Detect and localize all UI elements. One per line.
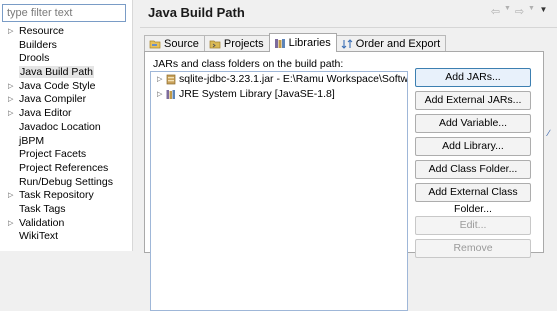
jar-icon xyxy=(166,74,176,85)
library-icon xyxy=(166,89,176,100)
pref-tree-item[interactable]: ▷ Java Code Style xyxy=(0,80,133,94)
add-external-jars-button[interactable]: Add External JARs... xyxy=(415,91,531,110)
tab-strip: Source Projects Libraries Order and Export xyxy=(144,33,447,52)
pref-tree-item-label: Javadoc Location xyxy=(19,120,101,133)
forward-arrow-icon[interactable]: ⇨ xyxy=(514,5,525,18)
page-navigation: ⇦ ▼ ⇨ ▼ ▼ xyxy=(490,5,549,18)
libraries-tree[interactable]: ▷ sqlite-jdbc-3.23.1.jar - E:\Ramu Worksp… xyxy=(150,71,408,311)
pref-tree-item-label: Validation xyxy=(19,216,65,229)
partial-edge-icon: ∕ xyxy=(548,128,550,138)
expand-arrow-icon[interactable]: ▷ xyxy=(8,25,13,39)
expand-arrow-icon[interactable]: ▷ xyxy=(8,80,13,94)
pref-tree-item[interactable]: ▷ Validation xyxy=(0,217,133,231)
expand-arrow-icon[interactable]: ▷ xyxy=(8,217,13,231)
pref-tree-item[interactable]: ▷ Resource xyxy=(0,25,133,39)
pref-tree-item-label: Java Compiler xyxy=(19,93,87,106)
pref-tree-item[interactable]: Task Tags xyxy=(0,203,133,217)
pref-tree-item[interactable]: jBPM xyxy=(0,135,133,149)
title-separator xyxy=(140,27,557,28)
pref-tree-item[interactable]: Project References xyxy=(0,162,133,176)
pref-tree-item-label: WikiText xyxy=(19,230,59,243)
tab-label: Order and Export xyxy=(355,38,441,50)
library-entry-label: JRE System Library [JavaSE-1.8] xyxy=(179,88,335,100)
edit-button[interactable]: Edit... xyxy=(415,216,531,235)
page-title: Java Build Path xyxy=(148,5,245,20)
pref-tree-item-label: Java Code Style xyxy=(19,79,96,92)
tab-label: Source xyxy=(164,38,199,50)
pref-tree-item-label: Builders xyxy=(19,38,57,51)
preferences-tree-panel: ▷ ResourceBuildersDroolsJava Build Path ▷ J… xyxy=(0,0,133,251)
tab-label: Projects xyxy=(223,38,264,50)
order-export-icon xyxy=(341,38,353,50)
forward-dropdown-icon[interactable]: ▼ xyxy=(526,5,537,18)
library-entry-label: sqlite-jdbc-3.23.1.jar - E:\Ramu Workspa… xyxy=(179,73,408,85)
pref-tree-item[interactable]: Java Build Path xyxy=(0,66,133,80)
add-class-folder-button[interactable]: Add Class Folder... xyxy=(415,160,531,179)
pref-tree-item-label: Task Repository xyxy=(19,189,94,202)
back-dropdown-icon[interactable]: ▼ xyxy=(502,5,513,18)
property-page: Java Build Path ⇦ ▼ ⇨ ▼ ▼ Source Projects… xyxy=(134,0,557,311)
back-arrow-icon[interactable]: ⇦ xyxy=(490,5,501,18)
library-entry[interactable]: ▷ JRE System Library [JavaSE-1.8] xyxy=(151,87,407,102)
library-entry[interactable]: ▷ sqlite-jdbc-3.23.1.jar - E:\Ramu Worksp… xyxy=(151,72,407,87)
libraries-icon xyxy=(274,37,286,49)
filter-input[interactable] xyxy=(2,4,126,22)
pref-tree-item[interactable]: Run/Debug Settings xyxy=(0,176,133,190)
remove-button[interactable]: Remove xyxy=(415,239,531,258)
pref-tree-item-label: Project Facets xyxy=(19,148,87,161)
add-jars-button[interactable]: Add JARs... xyxy=(415,68,531,87)
tab-order-and-export[interactable]: Order and Export xyxy=(335,35,447,52)
button-column: Add JARs... Add External JARs... Add Var… xyxy=(415,68,531,262)
tab-source[interactable]: Source xyxy=(144,35,205,52)
pref-tree-item-label: Resource xyxy=(19,25,64,37)
pref-tree-item[interactable]: Javadoc Location xyxy=(0,121,133,135)
pref-tree-item-label: Task Tags xyxy=(19,202,66,215)
tab-label: Libraries xyxy=(288,37,331,49)
pref-tree-item[interactable]: WikiText xyxy=(0,230,133,244)
pref-tree-item[interactable]: Drools xyxy=(0,52,133,66)
pref-tree-item[interactable]: ▷ Java Editor xyxy=(0,107,133,121)
pref-tree-item[interactable]: Project Facets xyxy=(0,148,133,162)
pref-tree-item-label: Run/Debug Settings xyxy=(19,175,113,188)
pref-tree-item[interactable]: ▷ Java Compiler xyxy=(0,93,133,107)
expand-arrow-icon[interactable]: ▷ xyxy=(8,93,13,107)
source-folder-icon xyxy=(149,38,161,50)
expand-arrow-icon[interactable]: ▷ xyxy=(8,189,13,203)
projects-icon xyxy=(209,38,221,50)
view-menu-icon[interactable]: ▼ xyxy=(538,5,549,18)
pref-tree-item-label: Java Build Path xyxy=(19,66,94,79)
add-external-class-folder-button[interactable]: Add External Class Folder... xyxy=(415,183,531,215)
libraries-tab-content: JARs and class folders on the build path… xyxy=(144,51,544,311)
pref-tree-item[interactable]: ▷ Task Repository xyxy=(0,189,133,203)
preferences-tree: ▷ Resource Builders Drools Java Build Path ▷ J… xyxy=(0,25,133,244)
expand-arrow-icon[interactable]: ▷ xyxy=(157,87,162,102)
pref-tree-item[interactable]: Builders xyxy=(0,39,133,53)
expand-arrow-icon[interactable]: ▷ xyxy=(157,72,162,87)
pref-tree-item-label: Project References xyxy=(19,161,109,174)
pref-tree-item-label: Drools xyxy=(19,52,50,65)
libraries-caption: JARs and class folders on the build path… xyxy=(153,58,344,70)
tab-libraries[interactable]: Libraries xyxy=(268,33,337,52)
add-library-button[interactable]: Add Library... xyxy=(415,137,531,156)
add-variable-button[interactable]: Add Variable... xyxy=(415,114,531,133)
pref-tree-item-label: Java Editor xyxy=(19,107,72,120)
expand-arrow-icon[interactable]: ▷ xyxy=(8,107,13,121)
tab-projects[interactable]: Projects xyxy=(203,35,270,52)
pref-tree-item-label: jBPM xyxy=(19,134,45,147)
